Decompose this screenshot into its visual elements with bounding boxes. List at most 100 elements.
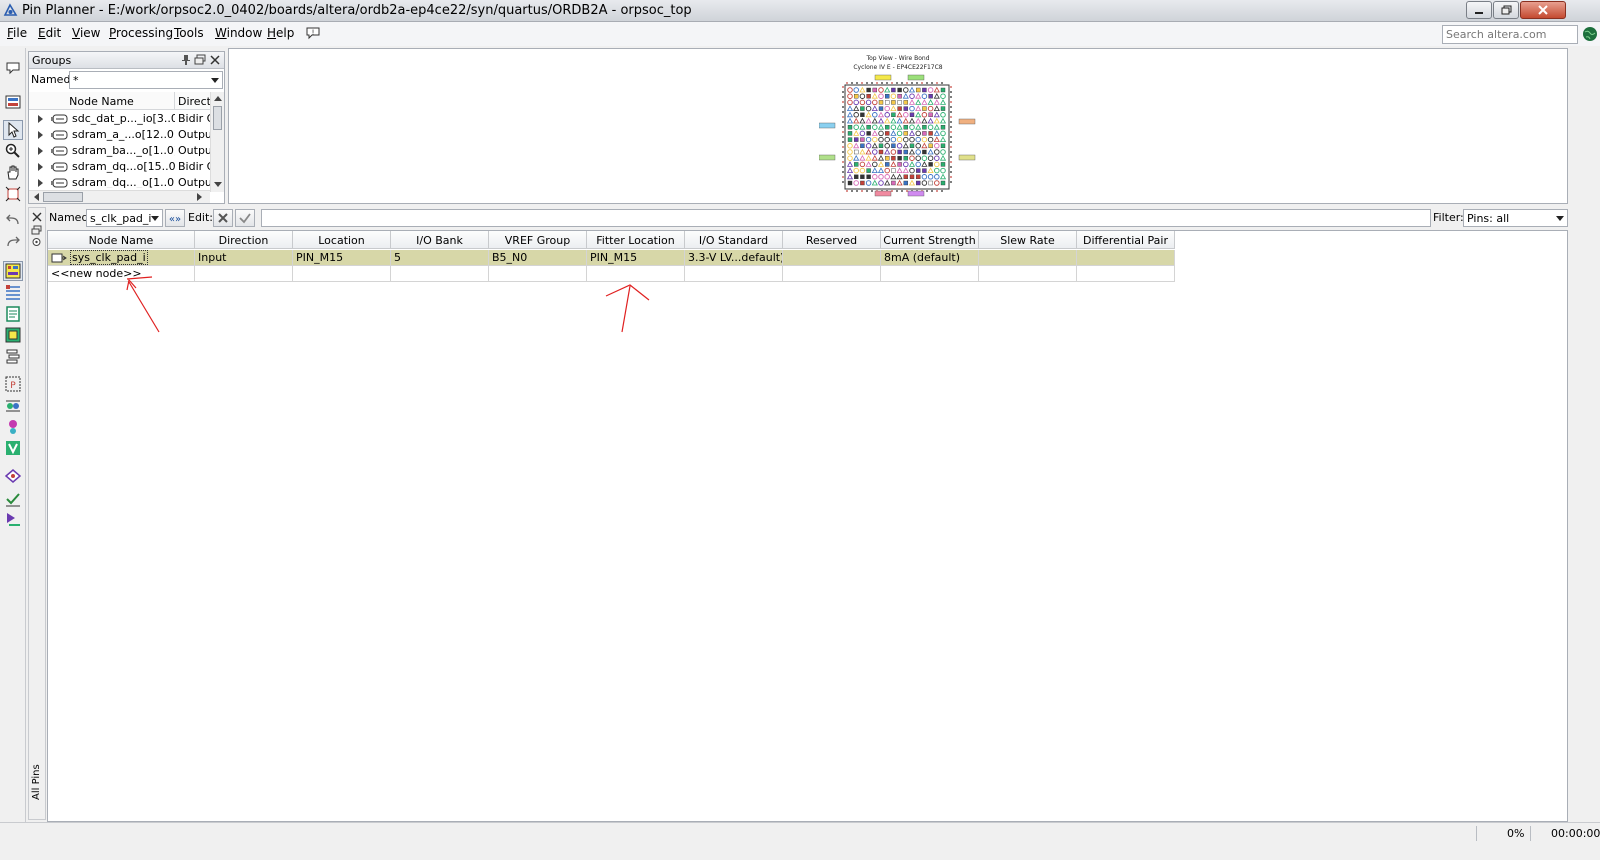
all-pins-tab[interactable]: All Pins — [31, 764, 42, 800]
package-pin[interactable] — [897, 100, 902, 105]
edit-value-input[interactable] — [261, 209, 1431, 227]
package-pin[interactable] — [891, 112, 896, 117]
package-pin[interactable] — [903, 100, 909, 105]
tool-vref-pins[interactable] — [3, 438, 23, 458]
package-pin[interactable] — [847, 125, 853, 130]
cell-slew-rate[interactable] — [979, 250, 1077, 266]
scroll-up-icon[interactable] — [214, 95, 222, 101]
col-io-bank[interactable]: I/O Bank — [391, 231, 489, 249]
menu-processing[interactable]: Processing — [109, 26, 173, 40]
named-filter-combo[interactable]: s_clk_pad_i — [86, 209, 163, 227]
scroll-right-icon[interactable] — [197, 193, 203, 201]
cell-empty[interactable] — [195, 266, 293, 282]
cell-reserved[interactable] — [783, 250, 881, 266]
package-pin[interactable] — [922, 106, 927, 111]
package-pin[interactable] — [922, 87, 927, 93]
package-pin[interactable] — [891, 87, 896, 93]
col-differential-pair[interactable]: Differential Pair — [1077, 231, 1175, 249]
tool-package-view[interactable] — [3, 92, 23, 112]
package-pin[interactable] — [915, 168, 921, 173]
groups-horizontal-scrollbar[interactable] — [29, 190, 210, 203]
group-row[interactable]: sdram_dq..._o[1..0] Outpu — [29, 175, 210, 188]
tool-undo[interactable] — [3, 210, 23, 230]
speech-bubble-icon[interactable]: ! — [305, 25, 321, 41]
package-pin[interactable] — [860, 112, 865, 117]
expand-arrow-icon[interactable] — [38, 131, 43, 139]
package-pin[interactable] — [903, 125, 909, 130]
scroll-left-icon[interactable] — [33, 193, 39, 201]
tool-io-banks[interactable] — [3, 325, 23, 345]
close-icon[interactable] — [209, 54, 221, 66]
tool-all-pins[interactable] — [3, 261, 23, 281]
package-pin[interactable] — [897, 162, 902, 167]
cell-io-bank[interactable]: 5 — [391, 250, 489, 266]
package-pin[interactable] — [928, 131, 933, 136]
cell-io-standard[interactable]: 3.3-V LV...default) — [685, 250, 783, 266]
float-panel-icon[interactable] — [194, 54, 206, 66]
group-row[interactable]: sdram_dq...o[15..0] Bidir G — [29, 159, 210, 175]
search-input[interactable]: Search altera.com — [1442, 25, 1578, 44]
package-pin[interactable] — [940, 180, 946, 186]
tool-tasks[interactable] — [3, 58, 23, 78]
menu-window[interactable]: Window — [215, 26, 262, 40]
cell-node-name[interactable]: sys_clk_pad_i — [48, 250, 195, 266]
expand-arrow-icon[interactable] — [38, 147, 43, 155]
package-pin[interactable] — [860, 143, 865, 149]
cancel-edit-button[interactable] — [213, 209, 233, 227]
new-node-row[interactable]: <<new node>> — [48, 266, 1175, 282]
package-pin[interactable] — [928, 112, 933, 117]
close-icon[interactable] — [32, 212, 42, 222]
package-pin[interactable] — [897, 87, 902, 93]
expand-arrow-icon[interactable] — [38, 115, 43, 123]
package-pin[interactable] — [878, 130, 884, 137]
scroll-thumb[interactable] — [43, 192, 83, 202]
package-pin[interactable] — [860, 106, 865, 111]
cell-empty[interactable] — [391, 266, 489, 282]
col-reserved[interactable]: Reserved — [783, 231, 881, 249]
scroll-down-icon[interactable] — [214, 182, 222, 188]
pin-panel-icon[interactable] — [180, 54, 192, 66]
tool-run[interactable] — [3, 510, 23, 530]
package-pin[interactable] — [940, 106, 946, 111]
tool-select[interactable] — [3, 120, 23, 140]
io-bank-tag[interactable] — [819, 154, 836, 161]
package-pin[interactable] — [909, 143, 915, 149]
package-pin[interactable] — [884, 125, 890, 130]
package-pin[interactable] — [884, 136, 890, 143]
tool-diff-pins[interactable] — [3, 396, 23, 416]
filter-combo[interactable]: Pins: all — [1463, 209, 1568, 227]
table-row[interactable]: sys_clk_pad_i Input PIN_M15 5 B5_N0 PIN_… — [48, 250, 1175, 266]
package-pin[interactable] — [922, 149, 927, 155]
fpga-package-diagram[interactable] — [819, 73, 979, 201]
cell-empty[interactable] — [685, 266, 783, 282]
package-pin[interactable] — [940, 162, 946, 167]
cell-vref-group[interactable]: B5_N0 — [489, 250, 587, 266]
package-pin[interactable] — [865, 105, 872, 112]
group-row[interactable]: sdram_a_...o[12..0] Outpu — [29, 127, 210, 143]
pin-panel-icon[interactable] — [31, 237, 42, 247]
package-pin[interactable] — [884, 100, 890, 105]
float-panel-icon[interactable] — [31, 225, 42, 235]
cell-empty[interactable] — [587, 266, 685, 282]
col-vref-group[interactable]: VREF Group — [489, 231, 587, 249]
package-pin[interactable] — [922, 125, 927, 130]
col-current-strength[interactable]: Current Strength — [881, 231, 979, 249]
groups-vertical-scrollbar[interactable] — [210, 92, 224, 192]
cell-location[interactable]: PIN_M15 — [293, 250, 391, 266]
group-row[interactable]: sdc_dat_p..._io[3..0] Bidir G — [29, 111, 210, 127]
package-pin[interactable] — [860, 137, 865, 142]
io-bank-tag[interactable] — [907, 74, 925, 81]
package-pin[interactable] — [915, 87, 921, 93]
package-pin[interactable] — [897, 106, 902, 111]
package-pin[interactable] — [922, 131, 927, 136]
menu-help[interactable]: Help — [267, 26, 294, 40]
tool-report[interactable] — [3, 304, 23, 324]
cell-new-node[interactable]: <<new node>> — [48, 266, 195, 282]
cell-current-strength[interactable]: 8mA (default) — [881, 250, 979, 266]
package-pin[interactable] — [928, 94, 933, 99]
package-pin[interactable] — [866, 131, 871, 136]
package-pin[interactable] — [847, 180, 853, 186]
menu-view[interactable]: View — [72, 26, 100, 40]
package-pin[interactable] — [854, 174, 859, 180]
cell-direction[interactable]: Input — [195, 250, 293, 266]
